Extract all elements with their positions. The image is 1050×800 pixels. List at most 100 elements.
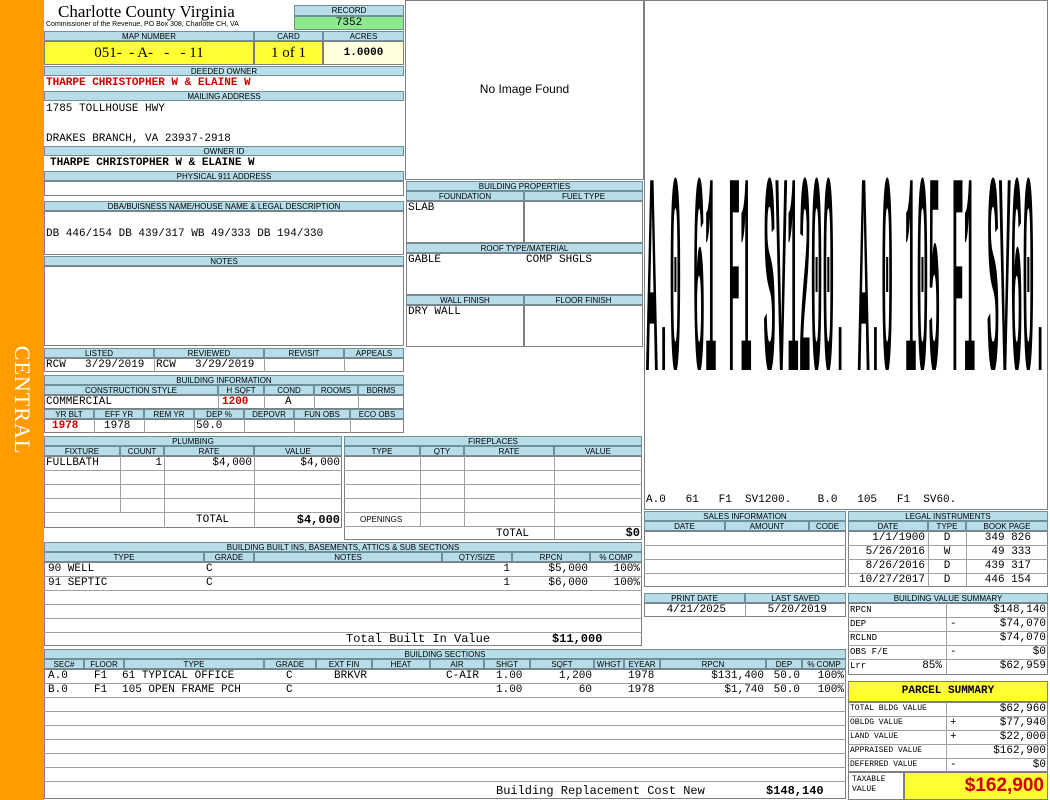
parcel-obldg-label: OBLDG VALUE [850, 718, 903, 727]
sections-rpcn-header: RPCN [660, 659, 766, 669]
sections-heat-header: HEAT [372, 659, 430, 669]
plumbing-rate-header: RATE [164, 446, 254, 456]
side-label: CENTRAL [10, 345, 35, 455]
map-number-value: 051- - A- - - 11 [44, 41, 254, 65]
legal-instruments-label: LEGAL INSTRUMENTS [848, 511, 1048, 521]
record-label: RECORD [294, 5, 404, 16]
building-sketch: A.0 61 F1 SV1200. A.0 105 F1 SV60. [646, 130, 1046, 370]
dba-value: DB 446/154 DB 439/317 WB 49/333 DB 194/3… [46, 228, 324, 240]
builtins-row-2-comp: 100% [613, 577, 640, 589]
parcel-appraised-label: APPRAISED VALUE [850, 746, 923, 755]
legal-row-4-type: D [943, 574, 951, 586]
wall-finish-label: WALL FINISH [406, 295, 524, 305]
yr-blt-value: 1978 [52, 420, 79, 432]
vs-rpcn-label: RPCN [850, 605, 872, 615]
parcel-appraised-value: $162,900 [993, 745, 1046, 757]
sections-total-label: Building Replacement Cost New [496, 784, 705, 798]
section-a-eyear: 1978 [628, 670, 655, 682]
section-a-grade: C [286, 670, 293, 682]
legal-row-2-page: 49 333 [991, 546, 1031, 558]
section-a-comp: 100% [817, 670, 844, 682]
builtins-row-2-rpcn: $6,000 [548, 577, 588, 589]
roof-type-value: GABLE [408, 254, 442, 266]
sections-air-header: AIR [430, 659, 484, 669]
builtins-grade-header: GRADE [204, 552, 254, 562]
eff-yr-value: 1978 [104, 420, 131, 432]
wall-finish-value: DRY WALL [408, 306, 461, 318]
sketch-glyph-text: A.0 61 F1 SV1200. A.0 105 F1 SV60. [646, 130, 1046, 370]
depovr-label: DEPOVR [244, 409, 294, 419]
vs-rclnd-value: $74,070 [999, 632, 1046, 644]
sections-sqft-header: SQFT [530, 659, 594, 669]
fuel-type-label: FUEL TYPE [524, 191, 643, 201]
legal-row-1-type: D [943, 532, 951, 544]
sections-whgt-header: WHGT [594, 659, 624, 669]
legal-row-1-page: 349 826 [984, 532, 1031, 544]
openings-label: OPENINGS [360, 515, 403, 524]
dep-pct-value: 50.0 [196, 420, 223, 432]
legal-row-2-type: W [943, 546, 951, 558]
fuel-type-box [524, 201, 643, 243]
sales-information-label: SALES INFORMATION [644, 511, 846, 521]
fun-obs-label: FUN OBS [294, 409, 350, 419]
legal-row-4-date: 10/27/2017 [858, 574, 925, 586]
owner-id-value: THARPE CHRISTOPHER W & ELAINE W [50, 157, 255, 169]
vs-rpcn-value: $148,140 [993, 604, 1046, 616]
sections-total: $148,140 [766, 784, 824, 798]
legal-type-header: TYPE [928, 521, 966, 531]
section-b-rpcn: $1,740 [724, 684, 764, 696]
builtins-row-1-comp: 100% [613, 563, 640, 575]
plumbing-total-label: TOTAL [196, 514, 230, 526]
builtins-rpcn-header: RPCN [512, 552, 590, 562]
building-properties-label: BUILDING PROPERTIES [406, 181, 643, 191]
builtins-comp-header: % COMP [590, 552, 642, 562]
county-title: Charlotte County Virginia [58, 2, 235, 21]
builtins-total-label: Total Built In Value [346, 632, 491, 646]
physical-address-label: PHYSICAL 911 ADDRESS [44, 171, 404, 181]
yr-blt-label: YR BLT [44, 409, 94, 419]
fireplace-qty-header: QTY [420, 446, 464, 456]
reviewed-label: REVIEWED [154, 348, 264, 358]
section-b-floor: F1 [94, 684, 108, 696]
sales-amount-header: AMOUNT [725, 521, 809, 531]
vs-rclnd-label: RCLND [850, 633, 878, 643]
dba-label: DBA/BUISNESS NAME/HOUSE NAME & LEGAL DES… [44, 201, 404, 211]
mailing-line-1: 1785 TOLLHOUSE HWY [46, 103, 165, 115]
parcel-obldg-value: $77,940 [999, 717, 1046, 729]
legal-row-3-type: D [943, 560, 951, 572]
roof-material-value: COMP SHGLS [526, 254, 593, 266]
card-label: CARD [254, 31, 323, 41]
builtins-total: $11,000 [552, 632, 603, 646]
last-saved-value: 5/20/2019 [767, 604, 827, 616]
plumbing-value-header: VALUE [254, 446, 342, 456]
section-a-ext: BRKVR [334, 670, 368, 682]
plumbing-fixture-header: FIXTURE [44, 446, 120, 456]
building-information-label: BUILDING INFORMATION [44, 375, 404, 385]
mailing-line-2: DRAKES BRANCH, VA 23937-2918 [46, 133, 231, 145]
sections-sec-header: SEC# [44, 659, 84, 669]
foundation-label: FOUNDATION [406, 191, 524, 201]
sketch-caption: A.0 61 F1 SV1200. B.0 105 F1 SV60. [646, 494, 957, 506]
fireplaces-total-label: TOTAL [496, 528, 530, 540]
sections-type-header: TYPE [124, 659, 264, 669]
map-number-label: MAP NUMBER [44, 31, 254, 41]
builtins-qty-header: QTY/SIZE [442, 552, 512, 562]
legal-date-header: DATE [848, 521, 928, 531]
mailing-address-label: MAILING ADDRESS [44, 91, 404, 101]
vs-lrr-value: $62,959 [999, 660, 1046, 672]
print-date-label: PRINT DATE [644, 593, 745, 603]
section-a-floor: F1 [94, 670, 108, 682]
sketch-glyph-row: A.0 61 F1 SV1200. A.0 105 F1 SV60. [646, 130, 1046, 370]
builtins-row-2-type: 91 SEPTIC [48, 577, 108, 589]
sections-extfin-header: EXT FIN [316, 659, 372, 669]
parcel-land-label: LAND VALUE [850, 732, 899, 741]
fireplace-rate-header: RATE [464, 446, 554, 456]
builtins-notes-header: NOTES [254, 552, 442, 562]
builtins-label: BUILDING BUILT INS, BASEMENTS, ATTICS & … [44, 542, 642, 552]
legal-bookpage-header: BOOK PAGE [966, 521, 1048, 531]
sections-floor-header: FLOOR [84, 659, 124, 669]
record-value: 7352 [294, 16, 404, 30]
construction-style-label: CONSTRUCTION STYLE [44, 385, 218, 395]
cond-label: COND [264, 385, 314, 395]
roof-box [406, 253, 643, 295]
